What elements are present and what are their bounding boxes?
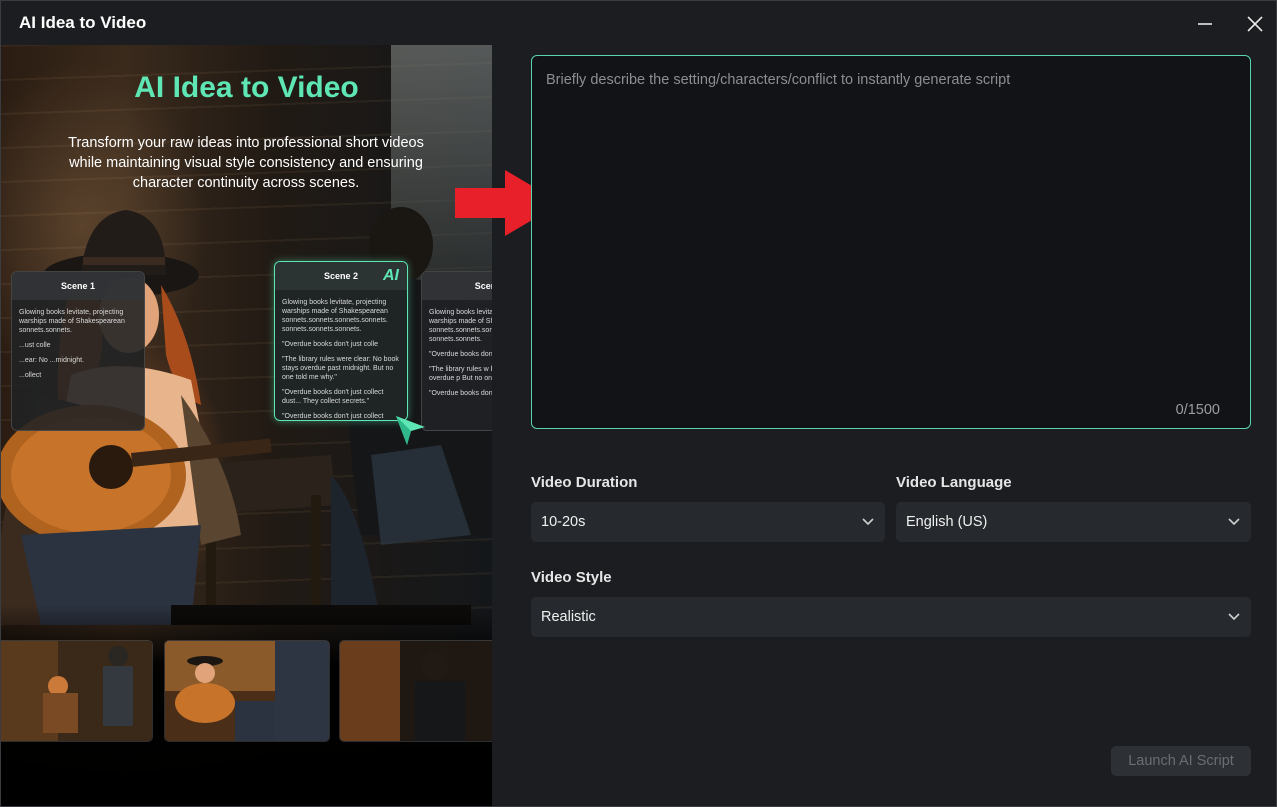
minimize-button[interactable] bbox=[1192, 11, 1218, 37]
video-language-value: English (US) bbox=[906, 514, 988, 530]
thumbnail-image bbox=[340, 641, 492, 741]
video-duration-value: 10-20s bbox=[541, 514, 586, 530]
window-title: AI Idea to Video bbox=[19, 13, 147, 32]
scene-line: "Overdue books don' bbox=[429, 390, 492, 397]
preview-title: AI Idea to Video bbox=[134, 71, 359, 104]
scene-line: "The library rules were clear: No book s… bbox=[282, 356, 399, 381]
scene-card-title: Scene 1 bbox=[12, 272, 144, 300]
scene-card-body: Glowing books levitate, projecting warsh… bbox=[275, 290, 407, 420]
idea-prompt-input[interactable] bbox=[532, 56, 1250, 428]
title-bar: AI Idea to Video bbox=[1, 1, 1276, 45]
scene-line: ...ollect bbox=[19, 372, 42, 379]
scene-line: ...ust colle bbox=[19, 342, 51, 349]
video-duration-select[interactable]: 10-20s bbox=[531, 502, 885, 542]
close-icon bbox=[1247, 16, 1263, 32]
launch-ai-script-button[interactable]: Launch AI Script bbox=[1111, 746, 1251, 776]
video-style-value: Realistic bbox=[541, 609, 596, 625]
scene-thumbnail-1 bbox=[1, 640, 153, 742]
scene-thumbnail-3 bbox=[339, 640, 492, 742]
scene-thumbnail-2 bbox=[164, 640, 330, 742]
scene-card-title: Scene bbox=[422, 272, 492, 300]
video-style-label: Video Style bbox=[531, 569, 612, 586]
scene-line: ...ear: No ...midnight. bbox=[19, 357, 84, 364]
minimize-icon bbox=[1198, 23, 1212, 25]
scene-card-3: Scene Glowing books levitate, projecting… bbox=[421, 271, 492, 431]
scene-line: "Overdue books don't just colle bbox=[282, 341, 379, 348]
scene-line: "The library rules w book stays overdue … bbox=[429, 366, 492, 382]
chevron-down-icon bbox=[862, 518, 874, 526]
feature-preview: AI Idea to Video Transform your raw idea… bbox=[1, 45, 492, 806]
scene-card-body: Glowing books levitate, projecting warsh… bbox=[422, 300, 492, 398]
scene-line: "Overdue books don' bbox=[429, 351, 492, 358]
scene-card-1: Scene 1 Glowing books levitate, projecti… bbox=[11, 271, 145, 431]
chevron-down-icon bbox=[1228, 518, 1240, 526]
scene-card-body: Glowing books levitate, projecting warsh… bbox=[12, 300, 144, 380]
scene-line: Glowing books levitate, projecting warsh… bbox=[282, 299, 388, 333]
chevron-down-icon bbox=[1228, 613, 1240, 621]
idea-prompt-box: 0/1500 bbox=[531, 55, 1251, 429]
video-language-select[interactable]: English (US) bbox=[896, 502, 1251, 542]
video-language-label: Video Language bbox=[896, 474, 1012, 491]
scene-line: Glowing books levitate, projecting warsh… bbox=[429, 309, 492, 343]
scene-line: Glowing books levitate, projecting warsh… bbox=[19, 309, 125, 334]
character-counter: 0/1500 bbox=[1175, 402, 1220, 418]
scene-card-2: Scene 2 AI Glowing books levitate, proje… bbox=[274, 261, 408, 421]
scene-line: "Overdue books don't just collect dust" bbox=[282, 413, 384, 420]
close-button[interactable] bbox=[1242, 11, 1268, 37]
video-style-select[interactable]: Realistic bbox=[531, 597, 1251, 637]
preview-description: Transform your raw ideas into profession… bbox=[68, 135, 424, 191]
cursor-pointer-icon bbox=[396, 416, 425, 445]
ai-badge: AI bbox=[383, 267, 399, 284]
scene-line: "Overdue books don't just collect dust..… bbox=[282, 389, 384, 405]
video-duration-label: Video Duration bbox=[531, 474, 638, 491]
app-window: AI Idea to Video AI Idea to Video Transf… bbox=[0, 0, 1277, 807]
thumbnail-image bbox=[165, 641, 329, 741]
thumbnail-image bbox=[1, 641, 152, 741]
